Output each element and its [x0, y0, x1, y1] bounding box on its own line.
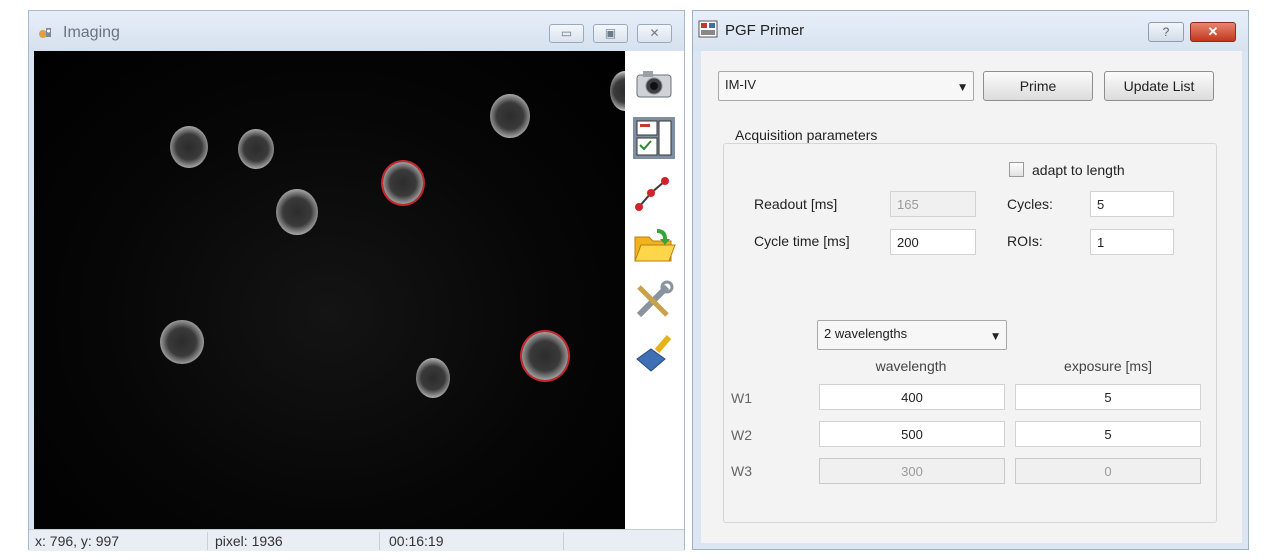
status-divider — [207, 532, 208, 550]
cycles-field[interactable]: 5 — [1090, 191, 1174, 217]
elapsed-time: 00:16:19 — [389, 533, 444, 549]
folder-open-icon[interactable] — [631, 223, 677, 269]
readout-field[interactable]: 165 — [890, 191, 976, 217]
imaging-window: Imaging ▭ ▣ ✕ x: 796, y: 997 pixel: 1936… — [28, 10, 685, 551]
exposure-column-header: exposure [ms] — [1064, 358, 1152, 374]
exposure-field-w3[interactable]: 0 — [1015, 458, 1201, 484]
close-button[interactable]: ✕ — [1190, 22, 1236, 42]
rois-label: ROIs: — [1007, 233, 1043, 249]
wavelength-count-value: 2 wavelengths — [824, 326, 908, 341]
group-title: Acquisition parameters — [733, 127, 880, 143]
adapt-to-length-label: adapt to length — [1032, 162, 1125, 178]
pgf-primer-window: PGF Primer ? ✕ IM-IV ▼ Prime Update List… — [692, 10, 1249, 550]
readout-label: Readout [ms] — [754, 196, 838, 212]
wavelength-column-header: wavelength — [875, 358, 947, 374]
status-bar: x: 796, y: 997 pixel: 1936 00:16:19 — [29, 529, 684, 551]
line-path-icon[interactable] — [631, 169, 677, 215]
cell — [610, 71, 625, 111]
cycle-time-label: Cycle time [ms] — [754, 233, 850, 249]
cell — [238, 129, 274, 169]
status-divider — [379, 532, 380, 550]
camera-icon[interactable] — [631, 61, 677, 107]
help-button[interactable]: ? — [1148, 22, 1184, 42]
exposure-field-w1[interactable]: 5 — [1015, 384, 1201, 410]
prime-button[interactable]: Prime — [983, 71, 1093, 101]
close-button[interactable]: ✕ — [637, 24, 672, 43]
status-divider — [563, 532, 564, 550]
primer-title: PGF Primer — [725, 22, 805, 39]
protocol-select[interactable]: IM-IV ▼ — [718, 71, 974, 101]
row-label-w3: W3 — [731, 463, 752, 479]
wavelength-field-w2[interactable]: 500 — [819, 421, 1005, 447]
protocol-select-value: IM-IV — [725, 77, 757, 92]
cursor-coordinates: x: 796, y: 997 — [35, 533, 120, 549]
primer-app-icon — [698, 20, 718, 38]
wavelength-field-w1[interactable]: 400 — [819, 384, 1005, 410]
imaging-title: Imaging — [63, 24, 120, 41]
imaging-app-icon — [37, 25, 53, 41]
cell — [490, 94, 530, 138]
cell — [416, 358, 450, 398]
row-label-w2: W2 — [731, 427, 752, 443]
cell — [170, 126, 208, 168]
layout-panels-icon[interactable] — [631, 115, 677, 161]
tools-icon[interactable] — [631, 277, 677, 323]
maximize-button[interactable]: ▣ — [593, 24, 628, 43]
imaging-toolbar — [625, 51, 684, 529]
microscopy-image[interactable] — [34, 51, 625, 529]
chevron-down-icon: ▼ — [959, 83, 966, 93]
cycles-label: Cycles: — [1007, 196, 1053, 212]
imaging-titlebar[interactable]: Imaging ▭ ▣ ✕ — [29, 11, 684, 51]
cell-roi[interactable] — [522, 332, 568, 380]
minimize-button[interactable]: ▭ — [549, 24, 584, 43]
cell — [276, 189, 318, 235]
adapt-to-length-checkbox[interactable] — [1009, 162, 1024, 177]
row-label-w1: W1 — [731, 390, 752, 406]
chevron-down-icon: ▼ — [992, 332, 999, 342]
wavelength-field-w3[interactable]: 300 — [819, 458, 1005, 484]
cycle-time-field[interactable]: 200 — [890, 229, 976, 255]
pixel-value: pixel: 1936 — [215, 533, 283, 549]
rois-field[interactable]: 1 — [1090, 229, 1174, 255]
update-list-button[interactable]: Update List — [1104, 71, 1214, 101]
brush-icon[interactable] — [631, 331, 677, 377]
cell-roi[interactable] — [383, 162, 423, 204]
wavelength-count-select[interactable]: 2 wavelengths ▼ — [817, 320, 1007, 350]
cell — [160, 320, 204, 364]
primer-titlebar[interactable]: PGF Primer ? ✕ — [693, 11, 1248, 51]
exposure-field-w2[interactable]: 5 — [1015, 421, 1201, 447]
